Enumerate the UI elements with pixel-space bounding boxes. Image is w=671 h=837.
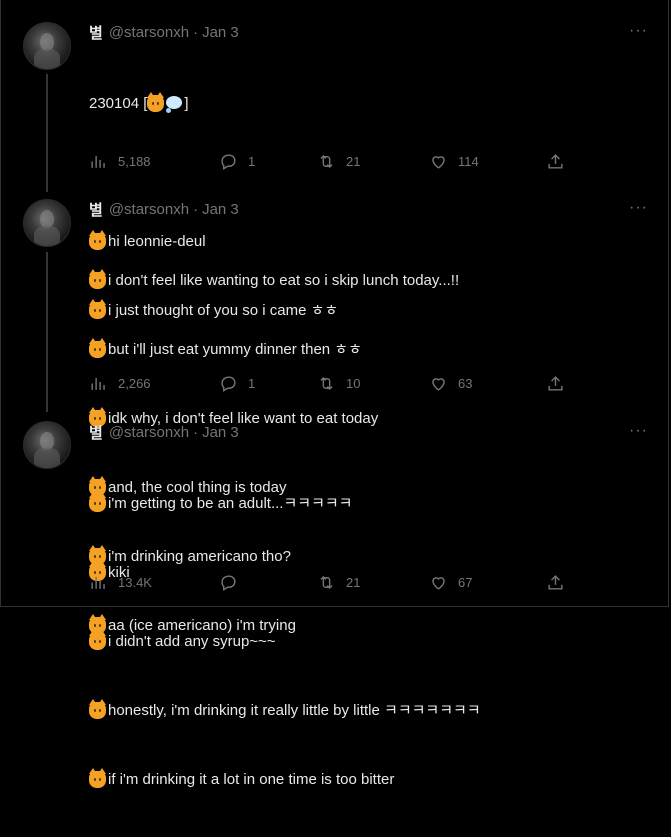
user-handle[interactable]: @starsonxh: [109, 24, 189, 41]
tweet-line: honestly, i'm drinking it really little …: [89, 699, 648, 722]
thread-connector-line: [46, 74, 48, 192]
like-count: 63: [458, 375, 473, 391]
display-name[interactable]: 별: [89, 22, 103, 43]
speech-bubble-icon: [221, 153, 236, 170]
tweet-line: i didn't add any syrup~~~: [89, 630, 648, 653]
views-button[interactable]: 5,188: [89, 152, 151, 171]
speech-bubble-icon: [221, 574, 236, 591]
bar-chart-icon: [91, 576, 105, 589]
tweet-actions: 5,188 1 21 114: [89, 151, 648, 171]
user-handle[interactable]: @starsonxh: [109, 424, 189, 441]
retweet-button[interactable]: 21: [317, 152, 360, 171]
tweet-line-suffix: ]: [184, 95, 189, 112]
tweet-actions: 2,266 1 10 63: [89, 373, 648, 393]
retweet-button[interactable]: 21: [317, 573, 360, 592]
views-count: 13.4K: [118, 574, 152, 590]
separator-dot: ·: [193, 423, 199, 441]
views-button[interactable]: 13.4K: [89, 573, 152, 592]
views-count: 5,188: [118, 153, 151, 169]
more-options-icon[interactable]: ···: [629, 423, 648, 439]
share-upload-icon: [548, 375, 563, 391]
display-name[interactable]: 별: [89, 422, 103, 443]
display-name[interactable]: 별: [89, 199, 103, 220]
cat-face-emoji: [147, 92, 165, 112]
tweet-date[interactable]: Jan 3: [202, 424, 239, 441]
tweet-line: but i'll just eat yummy dinner then ㅎㅎ: [89, 338, 648, 361]
tweet-thread: 별 @starsonxh · Jan 3 ··· 230104 [ ] hi l…: [0, 0, 669, 788]
tweet-3[interactable]: 별 @starsonxh · Jan 3 ··· i'm getting to …: [1, 420, 668, 788]
separator-dot: ·: [193, 200, 199, 218]
heart-icon: [432, 576, 445, 590]
retweet-icon: [320, 575, 333, 589]
cat-face-emoji: [89, 699, 106, 719]
bar-chart-icon: [91, 155, 105, 168]
like-count: 114: [458, 153, 479, 169]
tweet-line-text: 230104 [: [89, 95, 148, 112]
tweet-1[interactable]: 별 @starsonxh · Jan 3 ··· 230104 [ ] hi l…: [1, 0, 668, 319]
reply-button[interactable]: [219, 573, 248, 592]
share-upload-icon: [548, 574, 563, 590]
tweet-actions: 13.4K 21 67: [89, 572, 648, 592]
retweet-count: 10: [346, 375, 361, 391]
cat-face-emoji: [89, 492, 106, 512]
like-button[interactable]: 114: [429, 152, 479, 171]
avatar[interactable]: [23, 22, 71, 70]
tweet-header: 별 @starsonxh · Jan 3 ···: [89, 21, 648, 43]
like-button[interactable]: 63: [429, 374, 472, 393]
tweet-text: i'm getting to be an adult...ㅋㅋㅋㅋㅋ kiki …: [89, 446, 648, 837]
tweet-line-text: honestly, i'm drinking it really little …: [108, 702, 481, 719]
bar-chart-icon: [91, 377, 105, 390]
heart-icon: [432, 377, 445, 391]
avatar[interactable]: [23, 421, 71, 469]
reply-count: 1: [248, 375, 256, 391]
tweet-line-text: i don't feel like wanting to eat so i sk…: [108, 272, 460, 289]
tweet-line: i'm getting to be an adult...ㅋㅋㅋㅋㅋ: [89, 492, 648, 515]
like-button[interactable]: 67: [429, 573, 472, 592]
separator-dot: ·: [193, 23, 199, 41]
views-count: 2,266: [118, 375, 151, 391]
tweet-line-text: i didn't add any syrup~~~: [108, 633, 276, 650]
tweet-line: if i'm drinking it a lot in one time is …: [89, 768, 648, 791]
reply-button[interactable]: 1: [219, 152, 255, 171]
heart-icon: [432, 155, 445, 169]
tweet-line-text: i'm getting to be an adult...ㅋㅋㅋㅋㅋ: [108, 495, 353, 512]
share-button[interactable]: [546, 573, 565, 592]
thought-balloon-emoji: [166, 96, 183, 113]
cat-face-emoji: [89, 269, 106, 289]
cat-face-emoji: [89, 338, 106, 358]
tweet-date[interactable]: Jan 3: [202, 24, 239, 41]
tweet-line: 230104 [ ]: [89, 92, 648, 115]
user-handle[interactable]: @starsonxh: [109, 201, 189, 218]
share-upload-icon: [548, 153, 563, 169]
retweet-button[interactable]: 10: [317, 374, 360, 393]
like-count: 67: [458, 574, 473, 590]
share-button[interactable]: [546, 152, 565, 171]
thread-connector-line: [46, 252, 48, 412]
retweet-count: 21: [346, 574, 361, 590]
avatar[interactable]: [23, 199, 71, 247]
reply-button[interactable]: 1: [219, 374, 255, 393]
cat-face-emoji: [89, 768, 106, 788]
tweet-date[interactable]: Jan 3: [202, 201, 239, 218]
retweet-icon: [320, 376, 333, 390]
tweet-header: 별 @starsonxh · Jan 3 ···: [89, 421, 648, 443]
share-button[interactable]: [546, 374, 565, 393]
views-button[interactable]: 2,266: [89, 374, 151, 393]
tweet-header: 별 @starsonxh · Jan 3 ···: [89, 198, 648, 220]
tweet-line-text: but i'll just eat yummy dinner then ㅎㅎ: [108, 341, 362, 358]
tweet-2[interactable]: 별 @starsonxh · Jan 3 ··· i don't feel li…: [1, 198, 668, 634]
reply-count: 1: [248, 153, 256, 169]
cat-face-emoji: [89, 630, 106, 650]
tweet-line: i don't feel like wanting to eat so i sk…: [89, 269, 648, 292]
more-options-icon[interactable]: ···: [629, 200, 648, 216]
more-options-icon[interactable]: ···: [629, 23, 648, 39]
retweet-count: 21: [346, 153, 361, 169]
speech-bubble-icon: [221, 375, 236, 392]
tweet-line-text: if i'm drinking it a lot in one time is …: [108, 771, 395, 788]
retweet-icon: [320, 154, 333, 168]
